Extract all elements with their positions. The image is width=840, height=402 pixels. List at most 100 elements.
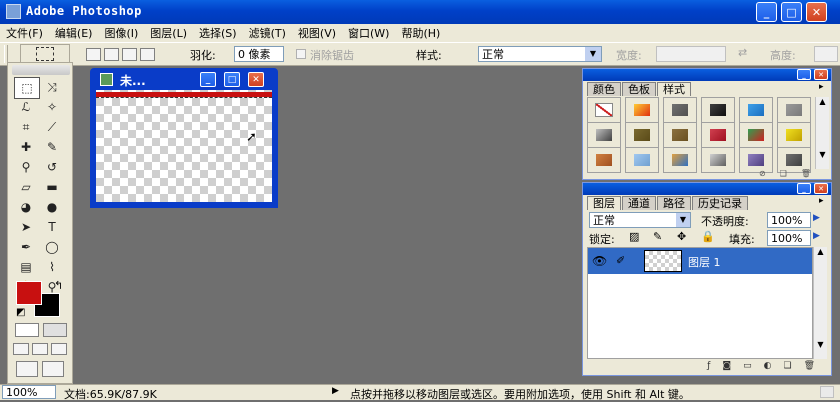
eyedropper-icon[interactable]: ⌇ <box>40 257 64 277</box>
layers-minimize-button[interactable]: _ <box>797 183 811 194</box>
healing-brush-icon[interactable]: ✚ <box>14 137 38 157</box>
pen-tool-icon[interactable]: ✒ <box>14 237 38 257</box>
menu-layer[interactable]: 图层(L) <box>144 25 193 41</box>
layers-menu-icon[interactable]: ▸ <box>819 196 824 206</box>
toolbox-header[interactable] <box>12 65 70 75</box>
styles-minimize-button[interactable]: _ <box>797 69 811 80</box>
subtract-selection-button[interactable] <box>122 48 137 61</box>
opacity-input[interactable]: 100% <box>767 212 811 228</box>
style-swatch[interactable] <box>625 122 659 148</box>
screen-mode-full-button[interactable] <box>51 343 67 355</box>
swap-dimensions-icon[interactable]: ⇄ <box>738 46 747 59</box>
doc-minimize-button[interactable]: _ <box>200 72 216 87</box>
opacity-slider-icon[interactable]: ▶ <box>813 213 820 223</box>
minimize-button[interactable]: _ <box>756 2 777 22</box>
magic-wand-icon[interactable]: ✧ <box>40 97 64 117</box>
style-swatch[interactable] <box>701 122 735 148</box>
clear-style-icon[interactable]: ⊘ <box>759 169 766 179</box>
document-canvas[interactable]: ➚ <box>96 90 272 202</box>
tab-styles[interactable]: 样式 <box>657 82 691 96</box>
tab-channels[interactable]: 通道 <box>622 196 656 210</box>
brush-link-icon[interactable]: ✐ <box>616 254 625 267</box>
width-input[interactable] <box>656 46 726 62</box>
notes-tool-icon[interactable]: ▤ <box>14 257 38 277</box>
status-menu-arrow-icon[interactable]: ▶ <box>332 386 339 396</box>
doc-close-button[interactable]: ✕ <box>248 72 264 87</box>
swap-colors-icon[interactable]: ↰ <box>54 279 63 292</box>
menu-help[interactable]: 帮助(H) <box>395 25 446 41</box>
scroll-down-icon[interactable]: ▼ <box>816 150 829 159</box>
new-set-icon[interactable]: ▭ <box>743 361 752 375</box>
tab-swatches[interactable]: 色板 <box>622 82 656 96</box>
menu-edit[interactable]: 编辑(E) <box>49 25 99 41</box>
standard-mode-button[interactable] <box>15 323 39 337</box>
slice-tool-icon[interactable]: ⟋ <box>40 117 64 137</box>
options-bar-grip[interactable] <box>4 45 8 63</box>
new-layer-icon[interactable]: ❑ <box>783 361 791 375</box>
antialias-checkbox[interactable] <box>296 49 306 59</box>
move-tool-icon[interactable]: ⤨ <box>40 77 64 97</box>
menu-filter[interactable]: 滤镜(T) <box>243 25 292 41</box>
trash-icon[interactable]: 🗑 <box>801 169 811 179</box>
styles-close-button[interactable]: ✕ <box>814 69 828 80</box>
lock-pixels-icon[interactable]: ✎ <box>653 230 662 243</box>
style-swatch[interactable] <box>739 122 773 148</box>
new-selection-button[interactable] <box>86 48 101 61</box>
screen-mode-menubar-button[interactable] <box>32 343 48 355</box>
tool-preset-picker[interactable] <box>20 44 70 64</box>
delete-layer-icon[interactable]: 🗑 <box>804 361 815 375</box>
history-brush-icon[interactable]: ↺ <box>40 157 64 177</box>
maximize-button[interactable]: □ <box>781 2 802 22</box>
type-tool-icon[interactable]: T <box>40 217 64 237</box>
quick-mask-button[interactable] <box>43 323 67 337</box>
crop-tool-icon[interactable]: ⌗ <box>14 117 38 137</box>
new-style-icon[interactable]: ❑ <box>780 169 787 179</box>
layers-palette-header[interactable] <box>583 183 831 195</box>
imageready-icon[interactable] <box>42 361 64 377</box>
intersect-selection-button[interactable] <box>140 48 155 61</box>
style-swatch[interactable] <box>701 97 735 123</box>
dodge-tool-icon[interactable]: ● <box>40 197 64 217</box>
styles-palette-header[interactable] <box>583 69 831 81</box>
adjustment-layer-icon[interactable]: ◐ <box>764 361 772 375</box>
layer-row[interactable]: 👁 ✐ 图层 1 <box>588 248 812 274</box>
brush-tool-icon[interactable]: ✎ <box>40 137 64 157</box>
shape-tool-icon[interactable]: ◯ <box>40 237 64 257</box>
style-swatch[interactable] <box>587 97 621 123</box>
lock-position-icon[interactable]: ✥ <box>677 230 686 243</box>
palette-menu-icon[interactable]: ▸ <box>819 82 824 92</box>
lasso-tool-icon[interactable]: ℒ <box>14 97 38 117</box>
path-select-icon[interactable]: ➤ <box>14 217 38 237</box>
close-button[interactable]: ✕ <box>806 2 827 22</box>
tab-color[interactable]: 颜色 <box>587 82 621 96</box>
blend-mode-select[interactable]: 正常 ▼ <box>589 212 691 228</box>
jump-to-imageready-button[interactable] <box>16 361 38 377</box>
style-swatch[interactable] <box>777 97 811 123</box>
style-swatch[interactable] <box>587 122 621 148</box>
fill-slider-icon[interactable]: ▶ <box>813 231 820 241</box>
lock-transparency-icon[interactable]: ▨ <box>629 230 639 243</box>
screen-mode-standard-button[interactable] <box>13 343 29 355</box>
clone-stamp-icon[interactable]: ⚲ <box>14 157 38 177</box>
gradient-tool-icon[interactable]: ▬ <box>40 177 64 197</box>
foreground-color-swatch[interactable] <box>16 281 42 305</box>
styles-scrollbar[interactable]: ▲ ▼ <box>815 97 829 169</box>
blur-tool-icon[interactable]: ◕ <box>14 197 38 217</box>
default-colors-icon[interactable]: ◩ <box>16 307 25 318</box>
menu-file[interactable]: 文件(F) <box>0 25 49 41</box>
menu-image[interactable]: 图像(I) <box>98 25 144 41</box>
feather-input[interactable]: 0 像素 <box>234 46 284 62</box>
menu-select[interactable]: 选择(S) <box>193 25 243 41</box>
eye-icon[interactable]: 👁 <box>592 254 607 268</box>
layer-style-icon[interactable]: ƒ <box>707 361 710 375</box>
marquee-tool-icon[interactable]: ⬚ <box>14 77 40 99</box>
height-input[interactable] <box>814 46 838 62</box>
style-swatch[interactable] <box>663 122 697 148</box>
add-selection-button[interactable] <box>104 48 119 61</box>
style-swatch[interactable] <box>663 97 697 123</box>
style-swatch[interactable] <box>739 97 773 123</box>
layers-scrollbar[interactable]: ▲ ▼ <box>813 247 827 359</box>
tab-layers[interactable]: 图层 <box>587 196 621 210</box>
status-resize-grip[interactable] <box>820 386 834 398</box>
doc-maximize-button[interactable]: □ <box>224 72 240 87</box>
